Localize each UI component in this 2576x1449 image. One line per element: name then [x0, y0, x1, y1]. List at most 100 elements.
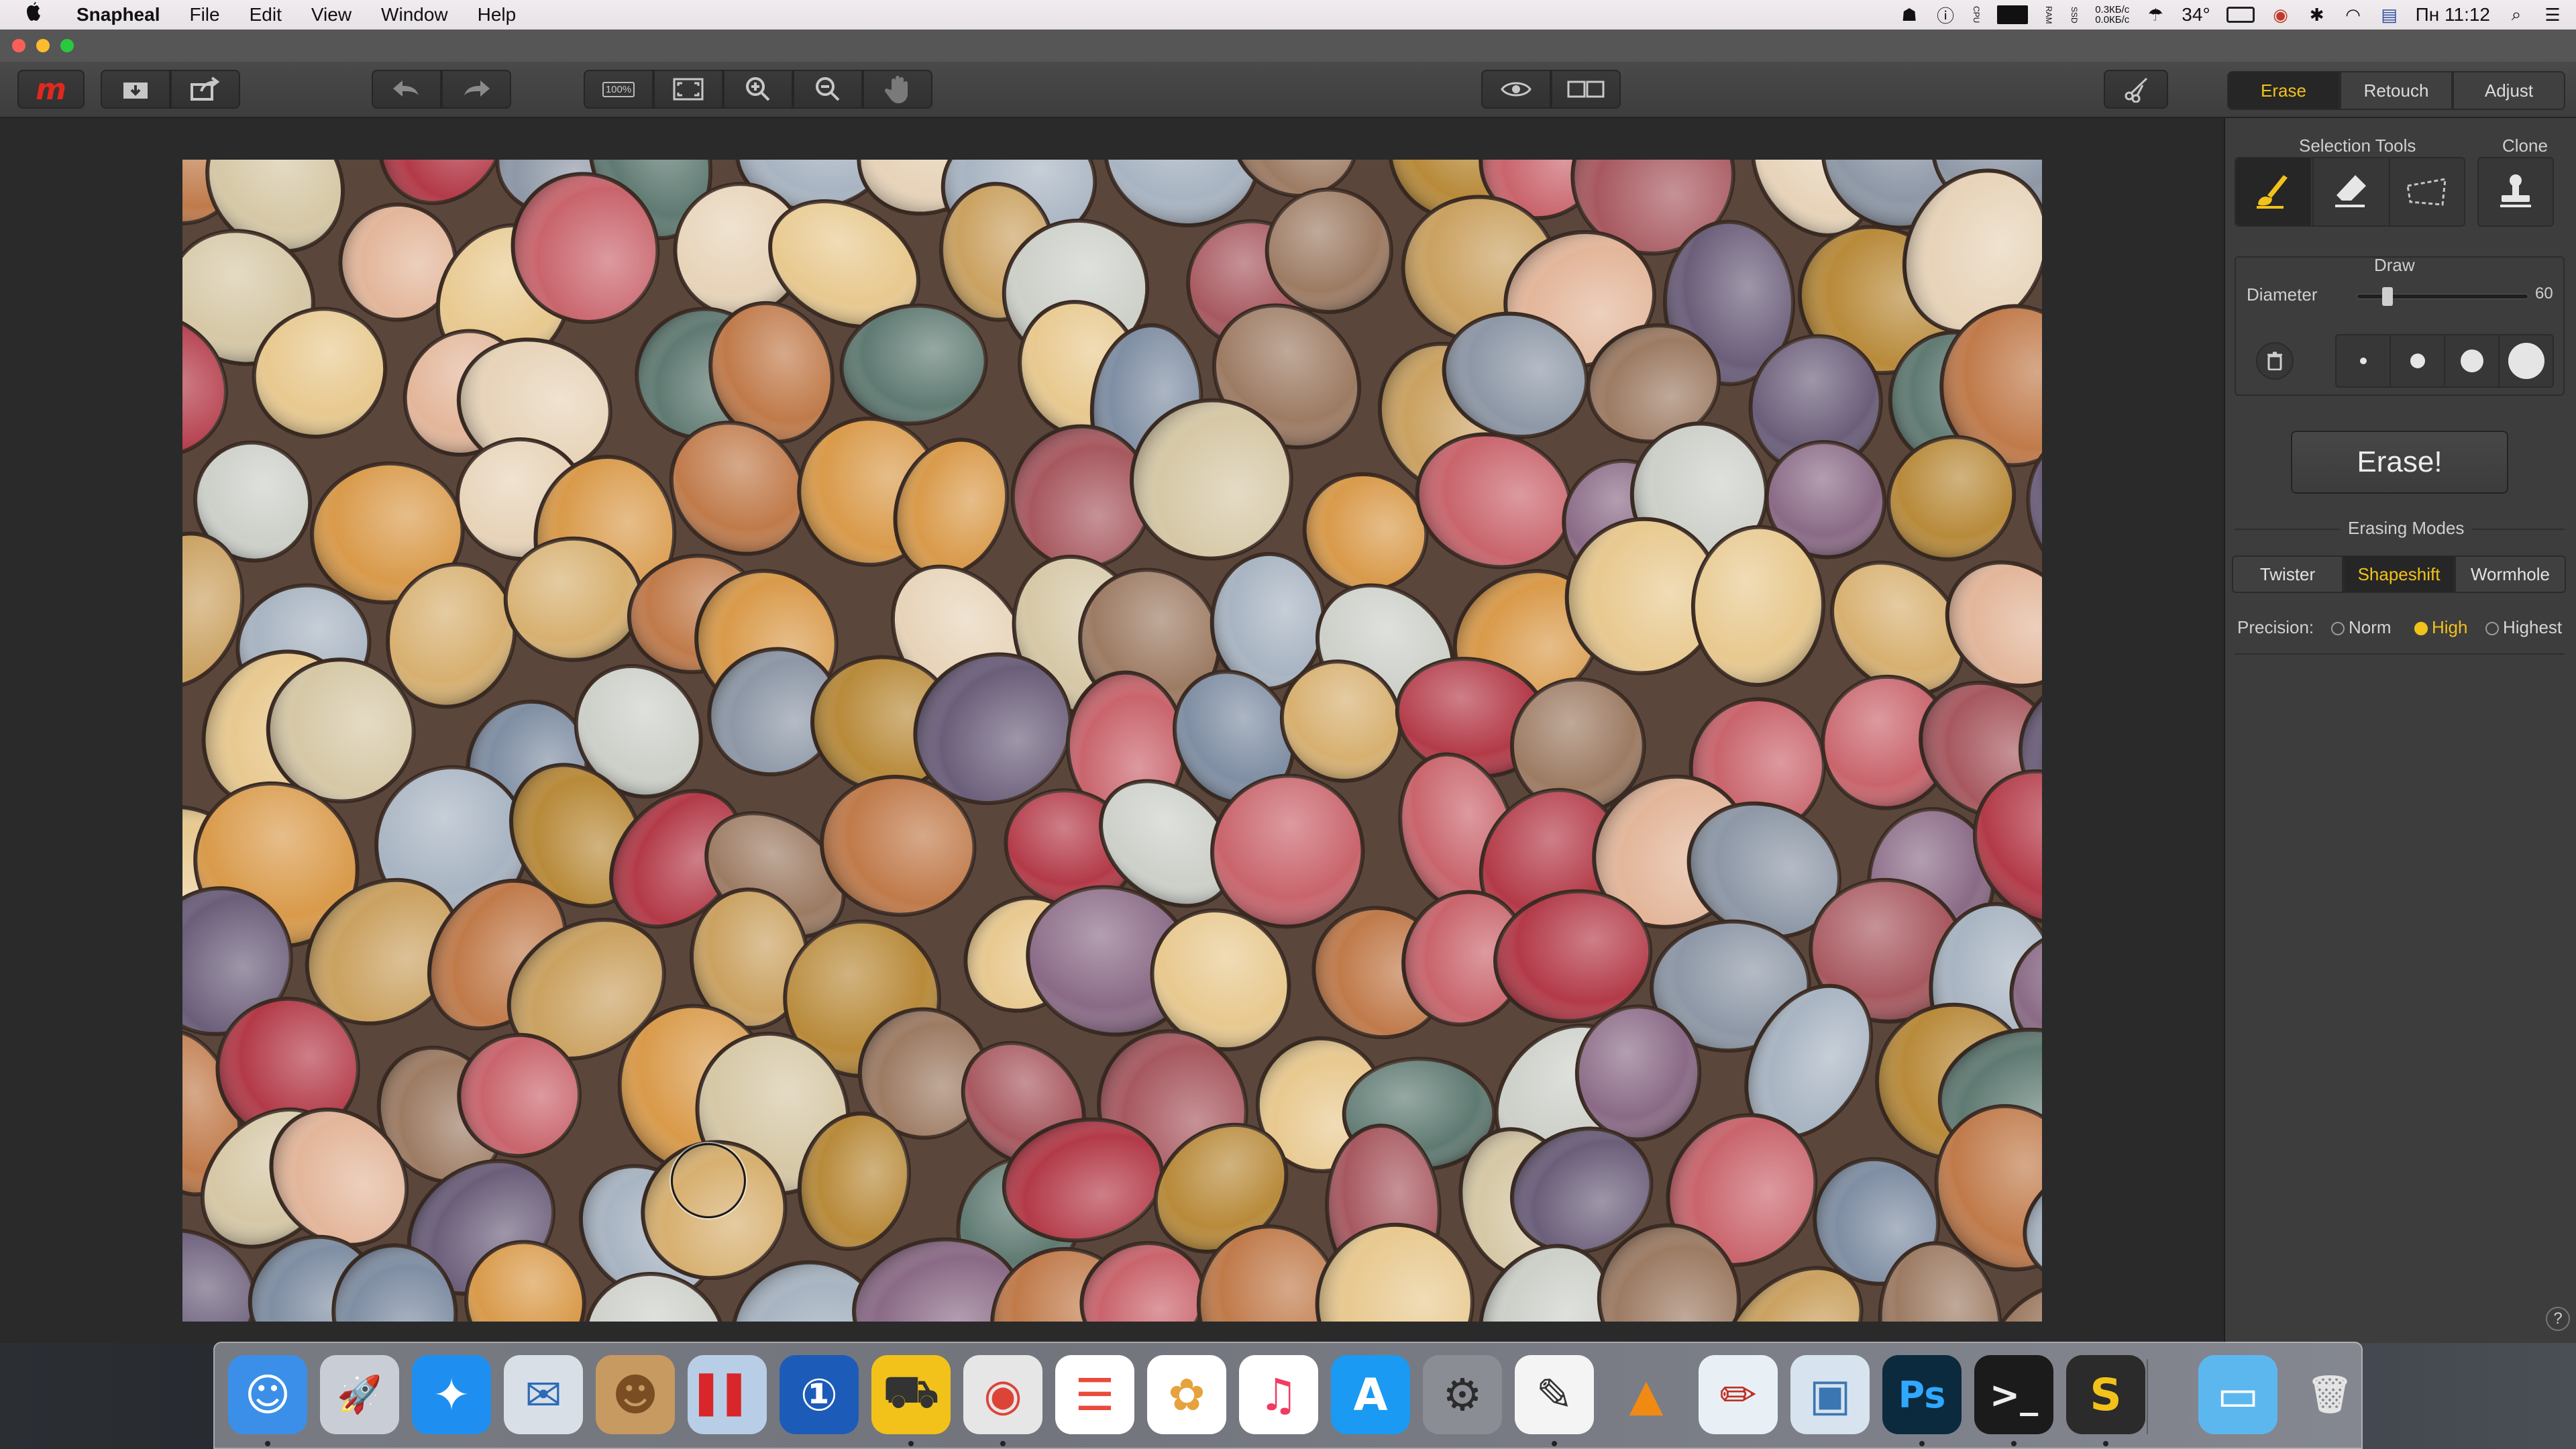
- fit-screen-button[interactable]: [653, 70, 723, 109]
- dock-sublime-icon[interactable]: S: [2066, 1355, 2145, 1434]
- onepassword-icon[interactable]: ⓘ: [1935, 5, 1955, 26]
- dock-system-preferences-icon[interactable]: ⚙: [1423, 1355, 1502, 1434]
- dock-safari-icon[interactable]: ✦: [412, 1355, 491, 1434]
- radio-high[interactable]: [2414, 622, 2428, 636]
- help-button[interactable]: ?: [2546, 1307, 2570, 1331]
- dock-running-indicator: [2011, 1441, 2017, 1446]
- wifi-icon[interactable]: ◠: [2343, 5, 2363, 25]
- selection-tools-group: [2235, 157, 2465, 227]
- ram-meter-icon[interactable]: RAM: [2044, 6, 2053, 24]
- brush-size-m[interactable]: [2445, 335, 2500, 386]
- menu-help[interactable]: Help: [478, 4, 517, 25]
- dock-launchpad-icon[interactable]: 🚀: [320, 1355, 399, 1434]
- dock-itunes-icon[interactable]: ♫: [1239, 1355, 1318, 1434]
- dock-mail-icon[interactable]: ✉: [504, 1355, 583, 1434]
- cpu-graph-icon[interactable]: [1997, 5, 2029, 24]
- mode-shapeshift[interactable]: Shapeshift: [2343, 555, 2455, 593]
- menu-window[interactable]: Window: [381, 4, 448, 25]
- menu-file[interactable]: File: [189, 4, 219, 25]
- dock-app-store-icon[interactable]: A: [1331, 1355, 1410, 1434]
- menu-app-name[interactable]: Snapheal: [76, 4, 160, 25]
- import-button[interactable]: [101, 70, 170, 109]
- dock-contacts-icon[interactable]: ☻: [596, 1355, 675, 1434]
- compare-icon: [1567, 80, 1605, 98]
- dock-downloads-folder-icon[interactable]: ▭: [2198, 1355, 2277, 1434]
- diameter-slider-knob[interactable]: [2382, 287, 2393, 306]
- ghost-icon[interactable]: ☗: [1899, 5, 1919, 25]
- radio-norm[interactable]: [2331, 622, 2345, 636]
- dock-chrome-icon[interactable]: ◉: [963, 1355, 1042, 1434]
- precision-high[interactable]: High: [2414, 617, 2467, 638]
- dock-photoshop-icon[interactable]: Ps: [1882, 1355, 1962, 1434]
- flag-badge-icon[interactable]: ◉: [2271, 5, 2291, 25]
- temperature-icon[interactable]: ☂: [2145, 5, 2165, 25]
- preview-original-button[interactable]: [1481, 70, 1551, 109]
- menu-edit[interactable]: Edit: [250, 4, 282, 25]
- crop-button[interactable]: [2104, 70, 2168, 109]
- brush-size-s[interactable]: [2391, 335, 2445, 386]
- dock-running-indicator: [1000, 1441, 1006, 1446]
- redo-button[interactable]: [441, 70, 511, 109]
- dot-m-icon: [2460, 350, 2483, 372]
- brush-size-xs[interactable]: [2337, 335, 2391, 386]
- lasso-tool-button[interactable]: [2389, 158, 2464, 225]
- snapheal-logo-button[interactable]: m: [17, 70, 85, 109]
- cpu-meter-icon[interactable]: CPU: [1972, 6, 1981, 23]
- hand-tool-button[interactable]: [863, 70, 932, 109]
- apple-icon[interactable]: [24, 2, 56, 28]
- brush-size-l[interactable]: [2500, 335, 2553, 386]
- input-source-flag-icon[interactable]: ▤: [2379, 5, 2400, 25]
- zoom-out-button[interactable]: [793, 70, 863, 109]
- clone-label: Clone: [2502, 136, 2548, 156]
- menu-view[interactable]: View: [311, 4, 352, 25]
- ssd-meter-icon[interactable]: SSD: [2070, 7, 2079, 23]
- undo-button[interactable]: [372, 70, 441, 109]
- dock-running-indicator: [1552, 1441, 1557, 1446]
- mode-twister[interactable]: Twister: [2232, 555, 2343, 593]
- dock-trash-icon[interactable]: 🗑: [2290, 1355, 2369, 1434]
- precision-highest[interactable]: Highest: [2485, 617, 2562, 638]
- temperature-value[interactable]: 34°: [2182, 4, 2210, 25]
- close-window-button[interactable]: [12, 39, 25, 52]
- radio-highest[interactable]: [2485, 622, 2499, 636]
- menu-clock[interactable]: Пн 11:12: [2416, 4, 2490, 25]
- clone-stamp-button[interactable]: [2479, 158, 2553, 225]
- tab-retouch[interactable]: Retouch: [2340, 71, 2453, 110]
- share-button[interactable]: [170, 70, 240, 109]
- pebble-shading: [505, 538, 642, 660]
- dock-transmit-icon[interactable]: ⛟: [871, 1355, 951, 1434]
- zoom-window-button[interactable]: [60, 39, 74, 52]
- image-canvas[interactable]: [0, 118, 2224, 1343]
- bluetooth-icon[interactable]: ✱: [2307, 5, 2327, 25]
- dock-1password-icon[interactable]: ①: [780, 1355, 859, 1434]
- zoom-in-button[interactable]: [723, 70, 793, 109]
- mode-wormhole[interactable]: Wormhole: [2455, 555, 2566, 593]
- dock-parallels-icon[interactable]: ▌▌: [688, 1355, 767, 1434]
- diameter-value: 60: [2535, 284, 2553, 303]
- dock-reminders-icon[interactable]: ☰: [1055, 1355, 1134, 1434]
- minimize-window-button[interactable]: [36, 39, 50, 52]
- erase-button[interactable]: Erase!: [2291, 431, 2508, 494]
- tab-erase[interactable]: Erase: [2227, 71, 2340, 110]
- display-icon[interactable]: [2226, 7, 2255, 23]
- compare-button[interactable]: [1551, 70, 1621, 109]
- precision-norm[interactable]: Norm: [2331, 617, 2392, 638]
- dock-preview-icon[interactable]: ▣: [1790, 1355, 1870, 1434]
- dock-terminal-icon[interactable]: >_: [1974, 1355, 2053, 1434]
- brush-size-presets: [2335, 334, 2554, 388]
- dock-photos-icon[interactable]: ✿: [1147, 1355, 1226, 1434]
- tab-adjust[interactable]: Adjust: [2453, 71, 2565, 110]
- spotlight-search-icon[interactable]: ⌕: [2506, 4, 2526, 25]
- notification-center-icon[interactable]: ☰: [2542, 5, 2563, 25]
- dock-vlc-icon[interactable]: ▲: [1607, 1355, 1686, 1434]
- eye-icon: [1501, 82, 1532, 97]
- dock-finder-icon[interactable]: ☺: [228, 1355, 307, 1434]
- dock-textedit-icon[interactable]: ✎: [1515, 1355, 1594, 1434]
- brush-tool-button[interactable]: [2236, 158, 2311, 225]
- dock-sketchbook-icon[interactable]: ✏: [1699, 1355, 1778, 1434]
- network-speed[interactable]: 0.3КБ/с 0.0КБ/с: [2095, 5, 2129, 25]
- pebbles-photo[interactable]: [182, 160, 2042, 1322]
- zoom-100-button[interactable]: 100%: [584, 70, 653, 109]
- clear-selection-button[interactable]: [2256, 342, 2294, 380]
- eraser-tool-button[interactable]: [2312, 158, 2387, 225]
